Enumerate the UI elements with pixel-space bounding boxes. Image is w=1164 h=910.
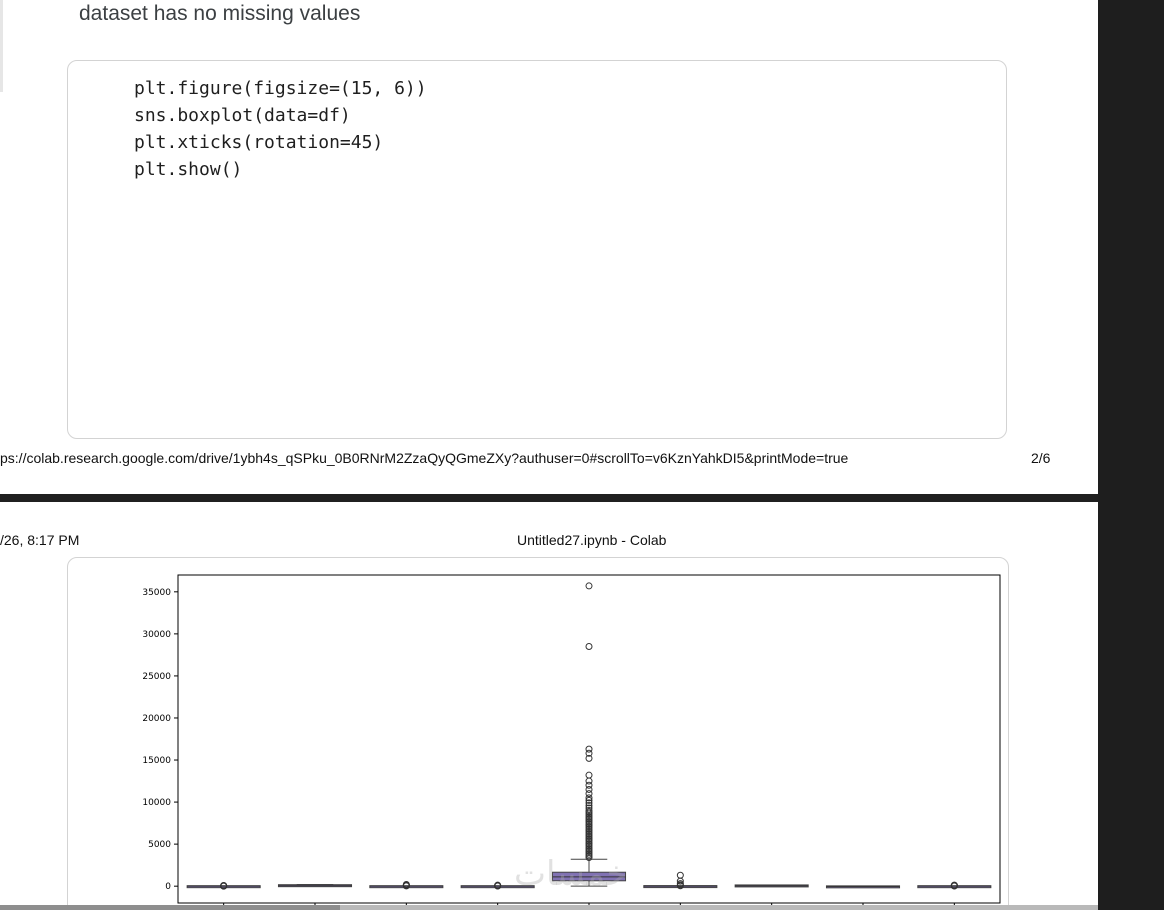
y-tick-label: 15000 (142, 756, 171, 766)
footer-page-number: 2/6 (1031, 450, 1051, 466)
watermark: خمسات (514, 854, 628, 894)
y-tick-label: 0 (165, 882, 171, 892)
page-separator (0, 494, 1098, 502)
outlier-point (585, 582, 593, 590)
y-tick-label: 35000 (142, 588, 171, 598)
code-line: sns.boxplot(data=df) (134, 105, 351, 126)
scrollbar-thumb[interactable] (0, 905, 340, 910)
viewer-side-panel (1098, 0, 1164, 910)
outlier-point (585, 777, 593, 785)
y-tick-label: 10000 (142, 798, 171, 808)
outlier-point (585, 745, 593, 753)
y-tick-label: 5000 (148, 840, 171, 850)
header-title: Untitled27.ipynb - Colab (517, 532, 667, 548)
y-tick-label: 20000 (142, 714, 171, 724)
markdown-text: dataset has no missing values (79, 2, 361, 25)
pdf-page-2: dataset has no missing values plt.figure… (0, 0, 1098, 494)
horizontal-scrollbar[interactable] (0, 905, 1098, 910)
code-line: plt.show() (134, 159, 243, 180)
outlier-point (585, 642, 593, 650)
pdf-viewer: dataset has no missing values plt.figure… (0, 0, 1098, 910)
header-date: /26, 8:17 PM (0, 532, 80, 548)
page-edge (0, 0, 3, 92)
y-tick-label: 30000 (142, 630, 171, 640)
outlier-point (585, 771, 593, 779)
code-cell[interactable]: plt.figure(figsize=(15, 6)) sns.boxplot(… (67, 60, 1007, 439)
footer-url: ps://colab.research.google.com/drive/1yb… (0, 450, 849, 466)
outlier-point (676, 871, 684, 879)
code-line: plt.xticks(rotation=45) (134, 132, 384, 153)
pdf-page-3: /26, 8:17 PM Untitled27.ipynb - Colab 0 5… (0, 502, 1098, 906)
y-tick-label: 25000 (142, 672, 171, 682)
code-line: plt.figure(figsize=(15, 6)) (134, 78, 427, 99)
